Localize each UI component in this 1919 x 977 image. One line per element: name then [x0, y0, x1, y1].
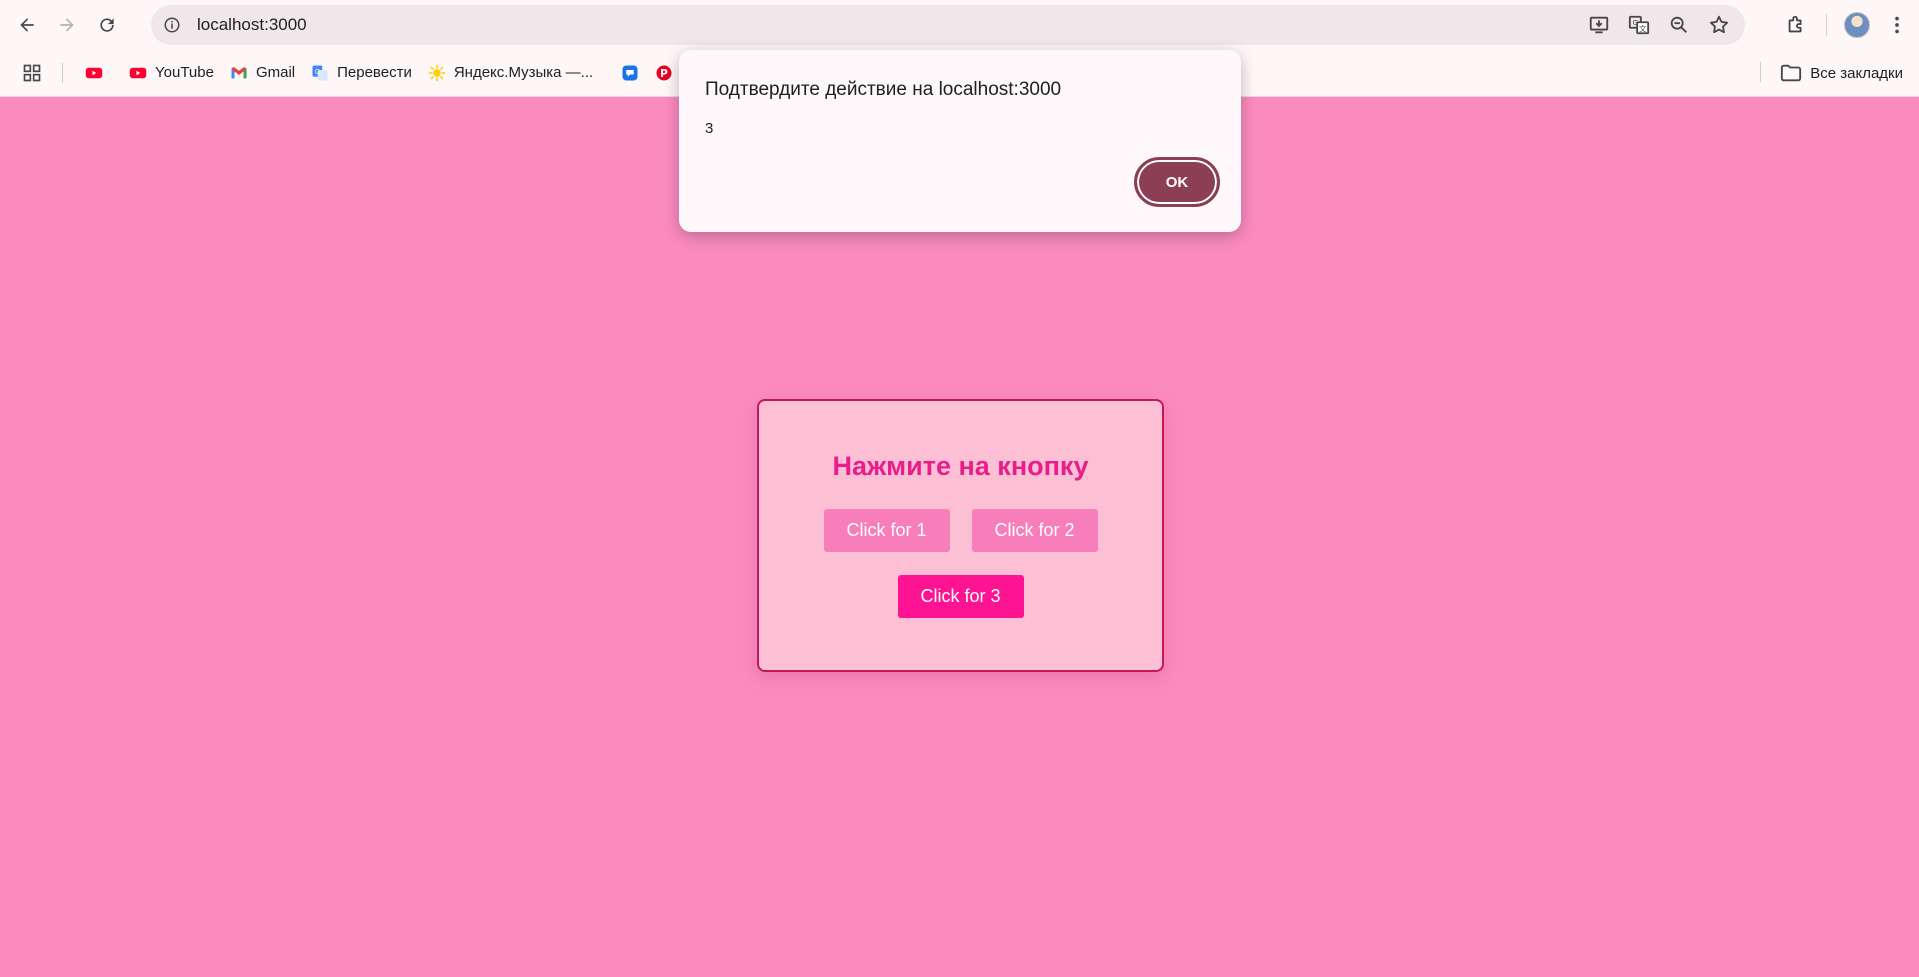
- click-for-2-button[interactable]: Click for 2: [971, 509, 1098, 552]
- address-bar[interactable]: localhost:3000 文G: [151, 5, 1745, 45]
- bookmark-chat[interactable]: [613, 57, 647, 89]
- apps-grid-icon[interactable]: [16, 57, 48, 89]
- browser-toolbar: localhost:3000 文G: [0, 0, 1919, 49]
- zoom-out-icon[interactable]: [1667, 13, 1691, 37]
- all-bookmarks-label: Все закладки: [1810, 64, 1903, 82]
- avatar: [1844, 11, 1870, 38]
- youtube-icon: [85, 64, 103, 82]
- pinterest-icon: P: [655, 64, 673, 82]
- install-app-icon[interactable]: [1587, 13, 1611, 37]
- yandex-music-icon: [428, 64, 446, 82]
- arrow-right-icon: [60, 17, 74, 32]
- folder-icon: [1780, 62, 1802, 84]
- bookmark-gmail[interactable]: Gmail: [222, 57, 303, 89]
- translate-icon[interactable]: 文G: [1627, 13, 1651, 37]
- extensions-icon[interactable]: [1776, 5, 1816, 45]
- svg-text:文: 文: [1639, 24, 1647, 33]
- more-vert-icon: [1895, 16, 1899, 33]
- click-for-1-button[interactable]: Click for 1: [823, 509, 950, 552]
- url-text[interactable]: localhost:3000: [197, 15, 307, 35]
- reload-button[interactable]: [87, 5, 127, 45]
- ok-button[interactable]: OK: [1134, 157, 1220, 207]
- forward-button[interactable]: [47, 5, 87, 45]
- button-row: Click for 3: [759, 575, 1162, 618]
- bookmark-translate[interactable]: G Перевести: [303, 57, 420, 89]
- all-bookmarks-button[interactable]: Все закладки: [1780, 57, 1903, 89]
- bookmark-yandex-music[interactable]: Яндекс.Музыка —...: [420, 57, 601, 89]
- toolbar-divider: [1826, 13, 1827, 36]
- dialog-message: 3: [705, 120, 714, 137]
- reload-icon: [100, 17, 114, 32]
- star-icon[interactable]: [1707, 13, 1731, 37]
- bookmarks-divider: [62, 62, 63, 83]
- site-info-icon[interactable]: [157, 10, 187, 40]
- bookmark-label: Gmail: [255, 64, 296, 81]
- svg-text:P: P: [660, 67, 668, 79]
- button-card: Нажмите на кнопку Click for 1 Click for …: [757, 399, 1164, 672]
- svg-text:G: G: [1632, 18, 1638, 27]
- bookmarks-divider: [1760, 62, 1761, 82]
- bookmark-label: YouTube: [155, 64, 214, 81]
- alert-dialog: Подтвердите действие на localhost:3000 3…: [679, 50, 1241, 232]
- gmail-icon: [230, 64, 248, 82]
- button-row: Click for 1 Click for 2: [759, 509, 1162, 552]
- chat-icon: [621, 64, 639, 82]
- arrow-left-icon: [20, 17, 34, 32]
- click-for-3-button[interactable]: Click for 3: [897, 575, 1024, 618]
- bookmark-pinterest[interactable]: P: [647, 57, 681, 89]
- menu-button[interactable]: [1877, 5, 1917, 45]
- profile-button[interactable]: [1837, 5, 1877, 45]
- dialog-title: Подтвердите действие на localhost:3000: [705, 79, 1062, 100]
- bookmark-youtube[interactable]: YouTube: [121, 57, 222, 89]
- bookmark-label: Яндекс.Музыка —...: [453, 64, 594, 81]
- back-button[interactable]: [7, 5, 47, 45]
- bookmark-youtube-icon-only[interactable]: [77, 57, 111, 89]
- youtube-icon: [129, 64, 147, 82]
- svg-text:G: G: [315, 67, 320, 75]
- translate-icon: G: [311, 64, 329, 82]
- bookmark-label: Перевести: [337, 64, 412, 81]
- page-heading: Нажмите на кнопку: [832, 451, 1089, 481]
